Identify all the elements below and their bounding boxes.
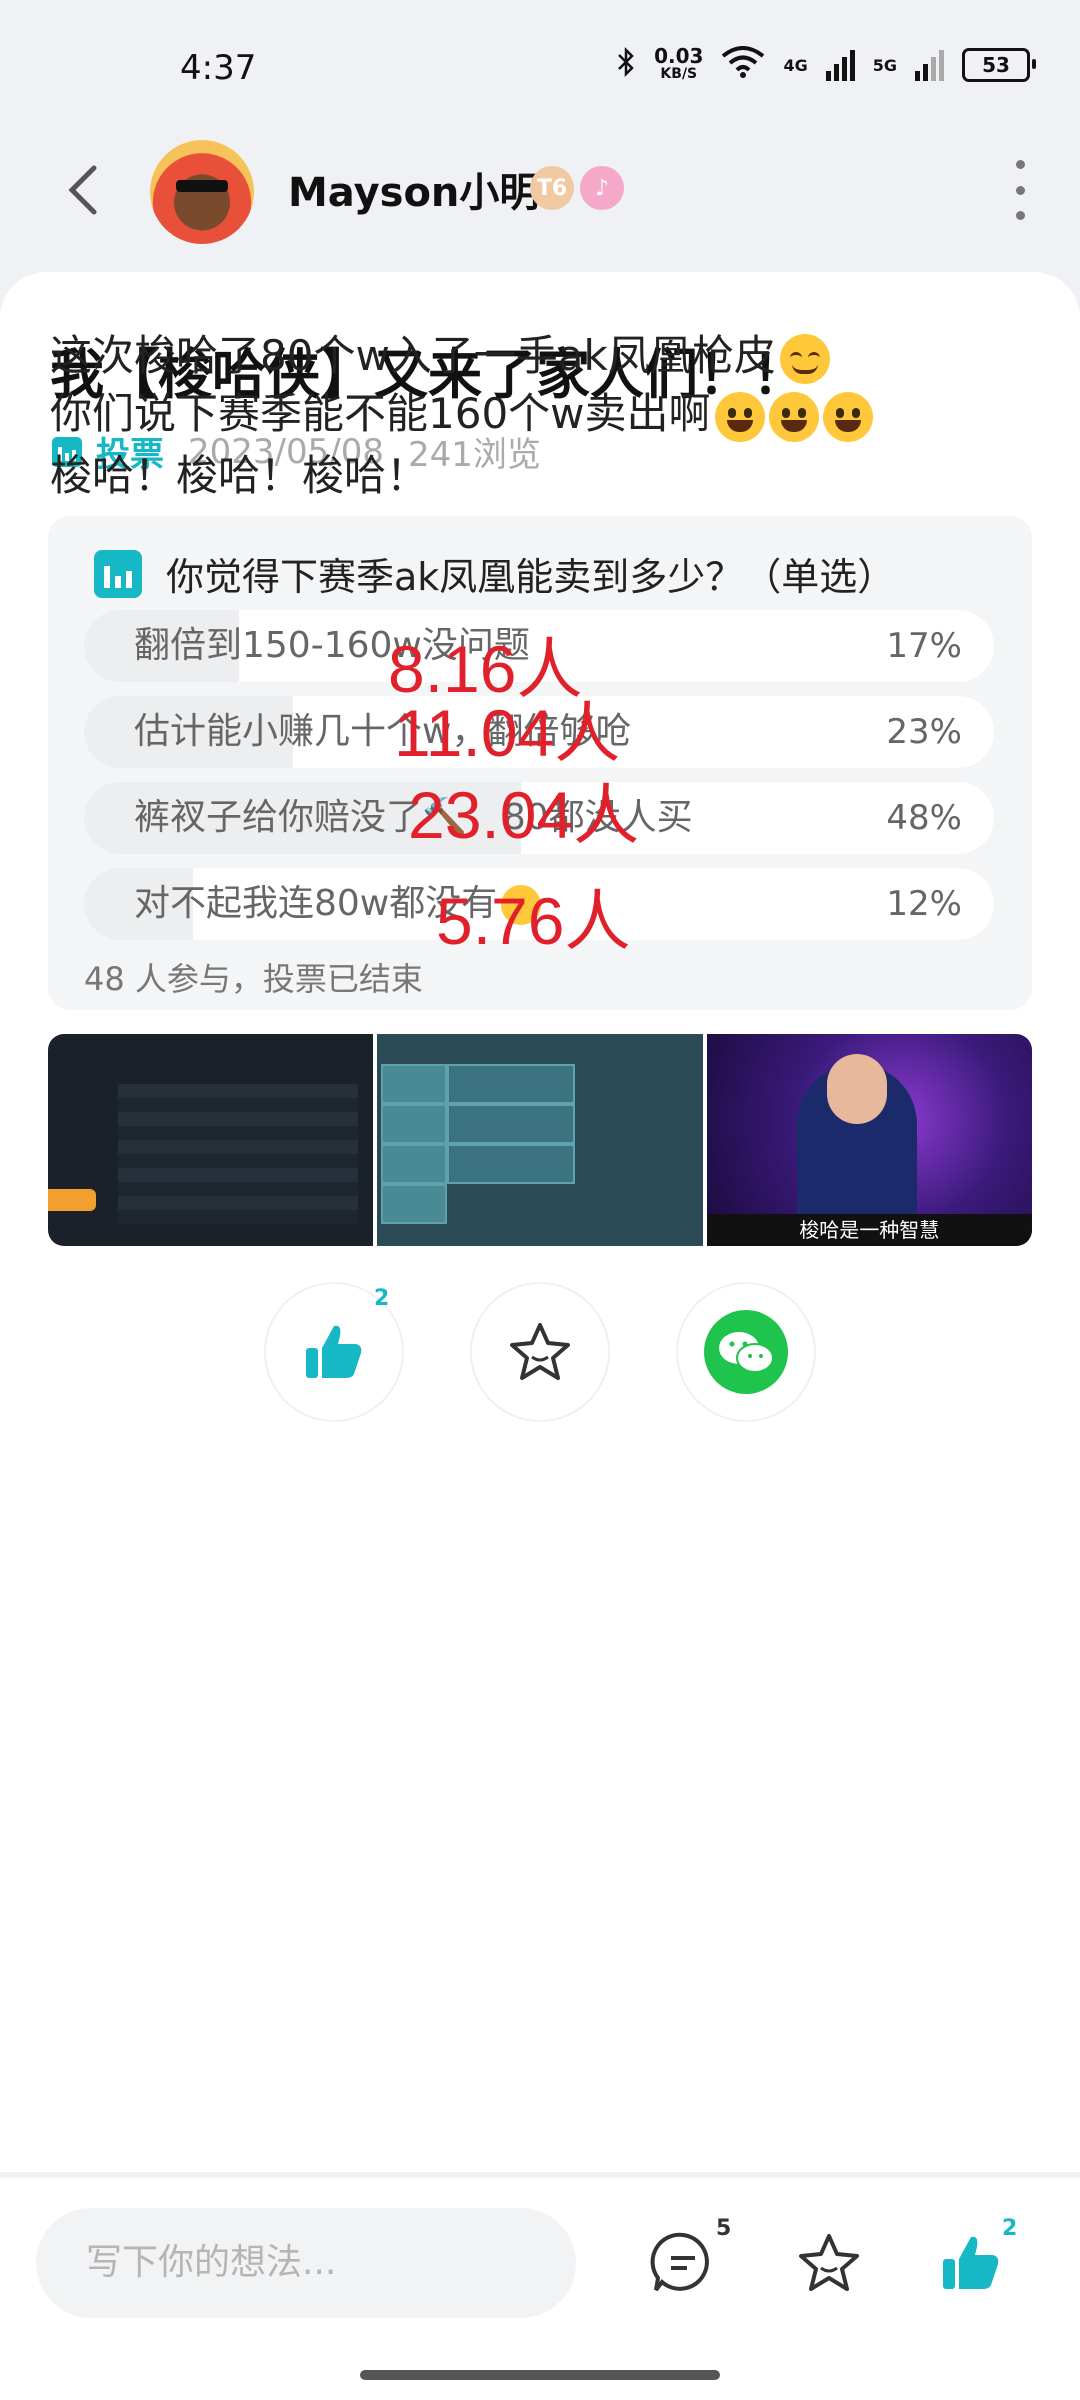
image-caption: 梭哈是一种智慧: [706, 1214, 1032, 1246]
body-line-2: 你们说下赛季能不能160个w卖出啊: [50, 380, 873, 442]
like-count: 2: [374, 1286, 390, 1311]
grin-emoji-icon: [768, 391, 819, 442]
thumbs-up-icon: [306, 1325, 362, 1378]
relieved-emoji-icon: [779, 333, 830, 384]
share-wechat-button[interactable]: [678, 1284, 814, 1420]
comment-count: 5: [716, 2216, 732, 2241]
author-avatar[interactable]: [150, 140, 254, 244]
guitar-badge-icon: ♪: [580, 166, 624, 210]
signal-4g-icon: [825, 49, 855, 81]
bluetooth-icon: [616, 46, 636, 83]
battery-icon: 53: [962, 48, 1036, 82]
poll-footer: 48 人参与，投票已结束: [84, 960, 423, 998]
bottom-like-button[interactable]: [936, 2228, 1006, 2298]
top-bar: Mayson小明 T6 ♪: [0, 130, 1080, 250]
body-line-3: 梭哈！梭哈！梭哈！: [50, 451, 429, 500]
level-badge: T6: [530, 166, 574, 210]
author-name[interactable]: Mayson小明: [288, 160, 539, 218]
red-annotation: 23.04人: [408, 778, 640, 852]
clock: 4:37: [180, 48, 257, 88]
home-indicator: [360, 2370, 720, 2380]
more-options-button[interactable]: [1010, 160, 1030, 220]
grin-emoji-icon: [822, 391, 873, 442]
signal-5g-icon: [915, 49, 944, 81]
status-icons: 0.03 KB/S 4G 5G 53: [616, 44, 1036, 84]
comment-button[interactable]: [648, 2228, 718, 2298]
wechat-icon: [704, 1310, 788, 1394]
back-button[interactable]: [60, 160, 110, 220]
post-actions: 2: [0, 1284, 1080, 1424]
image-thumbnail[interactable]: 梭哈是一种智慧: [706, 1034, 1032, 1246]
bottom-favorite-button[interactable]: [794, 2228, 864, 2298]
back-arrow-icon: [68, 165, 97, 215]
bottom-bar: 写下你的想法... 5 2: [0, 2178, 1080, 2400]
image-thumbnail[interactable]: [377, 1034, 703, 1246]
star-icon: [799, 2234, 859, 2291]
body-line-1: 这次梭哈了80个w入了一手ak凤凰枪皮: [50, 322, 830, 384]
network-speed: 0.03 KB/S: [654, 44, 704, 82]
image-gallery: 梭哈是一种智慧: [48, 1034, 1032, 1246]
image-thumbnail[interactable]: [48, 1034, 374, 1246]
thumbs-up-icon: [943, 2236, 999, 2289]
poll-chart-icon: [94, 549, 142, 598]
red-annotation: 5.76人: [436, 884, 631, 958]
star-icon: [510, 1323, 570, 1380]
poll-box: 你觉得下赛季ak凤凰能卖到多少？（单选） 翻倍到150-160w没问题 17% …: [48, 516, 1032, 1010]
status-bar: 4:37 0.03 KB/S 4G 5G 53: [0, 0, 1080, 140]
grin-emoji-icon: [714, 391, 765, 442]
comment-input[interactable]: 写下你的想法...: [36, 2208, 576, 2318]
bottom-like-count: 2: [1002, 2216, 1018, 2241]
comment-icon: [650, 2232, 709, 2292]
favorite-button[interactable]: [472, 1284, 608, 1420]
poll-question: 你觉得下赛季ak凤凰能卖到多少？（单选）: [94, 546, 895, 601]
wifi-icon: [721, 46, 765, 84]
